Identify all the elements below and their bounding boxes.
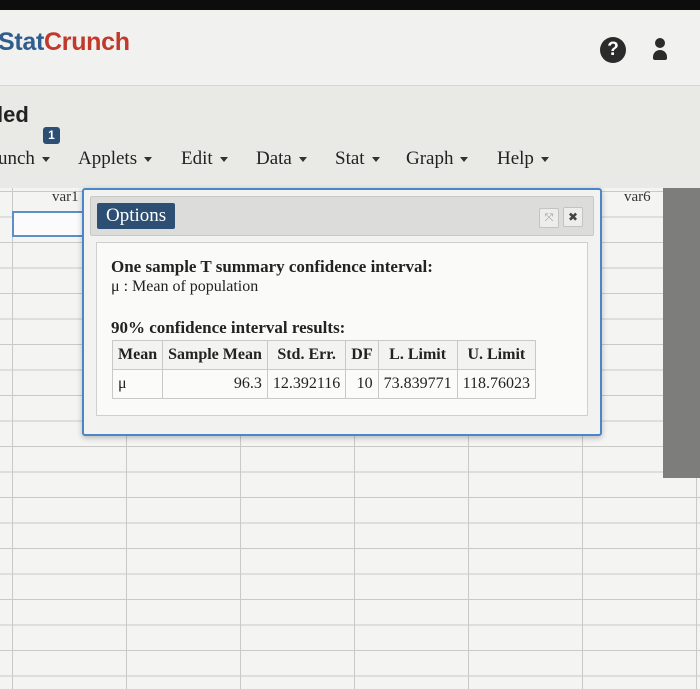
menu-stat[interactable]: Stat: [335, 148, 380, 170]
chevron-down-icon: [371, 157, 380, 163]
menu-data-label: Data: [256, 148, 292, 169]
dialog-controls: ⤧ ✖: [535, 207, 583, 228]
close-icon[interactable]: ✖: [563, 207, 583, 227]
header-l-limit: L. Limit: [377, 340, 458, 370]
cell-std-err: 12.392116: [266, 369, 347, 399]
menu-help-label: Help: [497, 148, 534, 169]
options-dialog: Options ⤧ ✖ One sample T summary confiden…: [82, 188, 602, 436]
chevron-down-icon: [460, 157, 469, 163]
chevron-down-icon: [144, 157, 153, 163]
result-subtitle: μ : Mean of population: [111, 278, 259, 295]
menu-edit[interactable]: Edit: [181, 148, 228, 170]
ci-heading: 90% confidence interval results:: [111, 318, 346, 337]
menu-stat-label: Stat: [335, 148, 365, 169]
cell-sample-mean: 96.3: [162, 369, 268, 399]
vertical-scrollbar[interactable]: [663, 188, 700, 478]
column-header-var6[interactable]: var6: [624, 189, 651, 206]
user-icon-head: [655, 38, 665, 48]
table-header-row: Mean Sample Mean Std. Err. DF L. Limit U…: [111, 340, 537, 370]
chevron-down-icon: [41, 157, 50, 163]
statcrunch-window: StatCrunch ? led 1 unch Applets Edit Dat…: [0, 10, 700, 689]
chevron-down-icon: [219, 157, 228, 163]
menu-graph[interactable]: Graph: [406, 148, 469, 170]
dialog-header[interactable]: Options ⤧ ✖: [90, 196, 594, 236]
cell-mean: μ: [111, 369, 164, 399]
logo-stat: Stat: [0, 28, 45, 56]
menu-graph-label: Graph: [406, 148, 454, 169]
brand-bar: StatCrunch ?: [0, 10, 700, 86]
menu-bar: unch Applets Edit Data Stat Graph Help: [0, 148, 700, 176]
chevron-down-icon: [540, 157, 549, 163]
document-title: led: [0, 102, 29, 127]
column-header-var1[interactable]: var1: [52, 189, 79, 206]
header-std-err: Std. Err.: [266, 340, 347, 370]
user-icon-body: [653, 50, 667, 60]
menu-statcrunch-label: unch: [0, 148, 35, 169]
menu-statcrunch[interactable]: unch: [0, 148, 50, 170]
header-mean: Mean: [111, 340, 164, 370]
cell-df: 10: [345, 369, 379, 399]
results-panel: One sample T summary confidence interval…: [96, 242, 588, 416]
selected-cell[interactable]: [12, 211, 88, 237]
menu-help[interactable]: Help: [497, 148, 549, 170]
menu-data[interactable]: Data: [256, 148, 307, 170]
notification-badge[interactable]: 1: [43, 127, 60, 144]
chevron-down-icon: [298, 157, 307, 163]
expand-icon[interactable]: ⤧: [539, 208, 559, 228]
result-title: One sample T summary confidence interval…: [111, 257, 433, 276]
user-icon[interactable]: [650, 36, 670, 66]
table-row: μ 96.3 12.392116 10 73.839771 118.76023: [111, 369, 537, 399]
header-u-limit: U. Limit: [456, 340, 537, 370]
cell-l-limit: 73.839771: [377, 369, 458, 399]
menu-applets[interactable]: Applets: [78, 148, 153, 170]
menu-edit-label: Edit: [181, 148, 213, 169]
results-table: Mean Sample Mean Std. Err. DF L. Limit U…: [111, 340, 537, 399]
header-df: DF: [345, 340, 379, 370]
cell-u-limit: 118.76023: [456, 369, 537, 399]
menu-applets-label: Applets: [78, 148, 138, 169]
statcrunch-logo[interactable]: StatCrunch: [0, 28, 130, 57]
options-button[interactable]: Options: [97, 203, 176, 229]
question-circle-icon[interactable]: ?: [600, 37, 626, 63]
logo-crunch: Crunch: [44, 28, 130, 56]
header-sample-mean: Sample Mean: [162, 340, 268, 370]
